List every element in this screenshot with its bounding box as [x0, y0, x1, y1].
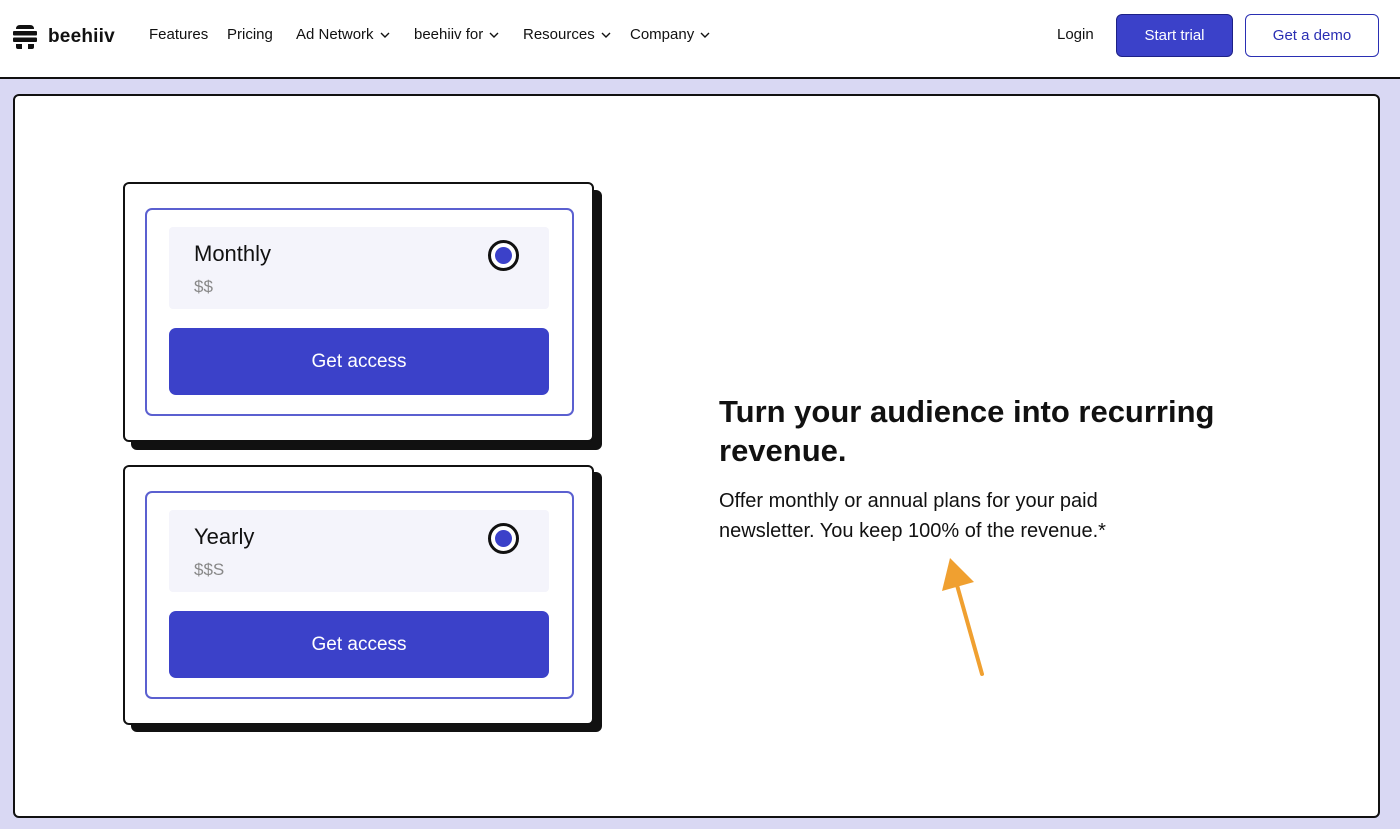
plan-name: Yearly: [194, 524, 255, 549]
beehive-icon: [12, 24, 38, 50]
nav-item-features[interactable]: Features: [149, 26, 208, 43]
section-description: Offer monthly or annual plans for your p…: [719, 490, 1106, 542]
plan-card-monthly: Monthly $$ Get access: [123, 182, 594, 442]
get-demo-button[interactable]: Get a demo: [1245, 14, 1379, 57]
plan-option-monthly[interactable]: Monthly $$: [169, 227, 549, 309]
top-navigation: beehiiv Features Pricing Ad Network beeh…: [0, 0, 1400, 79]
nav-item-label: Ad Network: [296, 26, 374, 43]
nav-item-company[interactable]: Company: [630, 26, 710, 43]
nav-item-label: beehiiv for: [414, 26, 484, 43]
login-link[interactable]: Login: [1057, 26, 1094, 43]
plan-card-frame: Yearly $$S Get access: [145, 491, 574, 699]
plan-card-yearly: Yearly $$S Get access: [123, 465, 594, 725]
section-headline: Turn your audience into recurring revenu…: [719, 394, 1215, 468]
plan-option-yearly[interactable]: Yearly $$S: [169, 510, 549, 592]
nav-item-label: Company: [630, 26, 695, 43]
chevron-down-icon: [700, 26, 710, 43]
nav-item-label: Resources: [523, 26, 595, 43]
nav-item-label: Features: [149, 26, 209, 43]
nav-item-ad-network[interactable]: Ad Network: [296, 26, 390, 43]
chevron-down-icon: [380, 26, 390, 43]
nav-item-beehiiv-for[interactable]: beehiiv for: [414, 26, 499, 43]
feature-panel: Monthly $$ Get access Yearly $$S Get acc…: [13, 94, 1380, 818]
annotation-arrow-icon: [925, 550, 1005, 685]
plan-price: $$S: [194, 560, 225, 579]
start-trial-button[interactable]: Start trial: [1116, 14, 1233, 57]
get-access-button-yearly[interactable]: Get access: [169, 611, 549, 678]
plan-radio-monthly[interactable]: [488, 240, 519, 271]
chevron-down-icon: [489, 26, 499, 43]
chevron-down-icon: [601, 26, 611, 43]
brand-name: beehiiv: [48, 26, 115, 47]
nav-item-label: Pricing: [227, 26, 273, 43]
plan-card-frame: Monthly $$ Get access: [145, 208, 574, 416]
plan-price: $$: [194, 277, 213, 296]
plan-name: Monthly: [194, 241, 272, 266]
nav-item-pricing[interactable]: Pricing: [227, 26, 273, 43]
brand-logo[interactable]: beehiiv: [12, 22, 115, 52]
plan-radio-yearly[interactable]: [488, 523, 519, 554]
get-access-button-monthly[interactable]: Get access: [169, 328, 549, 395]
nav-item-resources[interactable]: Resources: [523, 26, 611, 43]
